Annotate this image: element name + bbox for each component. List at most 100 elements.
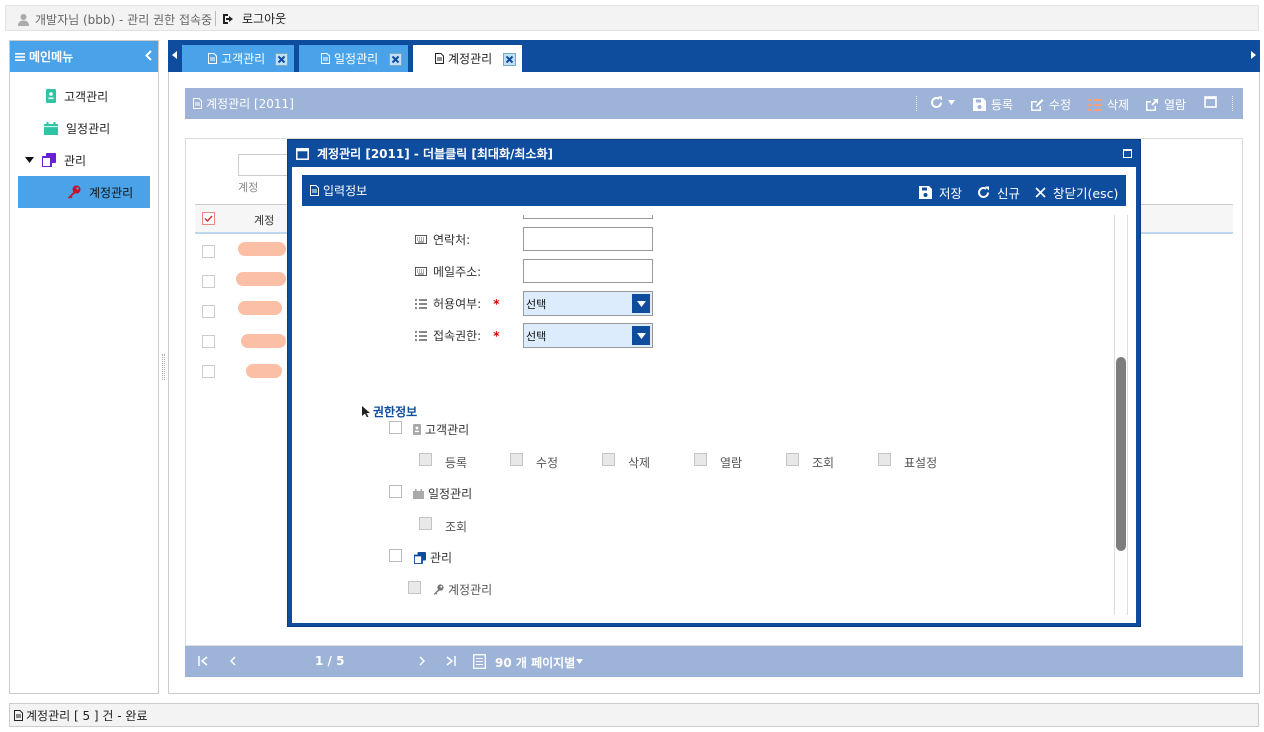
- row-checkbox[interactable]: [202, 275, 215, 288]
- save-button[interactable]: 저장: [919, 183, 962, 202]
- select-all-checkbox[interactable]: [202, 212, 215, 225]
- save-icon: [919, 186, 932, 199]
- list-icon: [415, 331, 427, 341]
- user-icon: [17, 13, 30, 26]
- row-checkbox[interactable]: [202, 245, 215, 258]
- register-label: 등록: [991, 96, 1013, 113]
- last-page-icon[interactable]: [445, 656, 456, 666]
- external-link-icon: [1145, 98, 1159, 112]
- sidebar-item-admin[interactable]: 관리: [25, 144, 86, 176]
- edit-button[interactable]: 수정: [1030, 96, 1071, 113]
- email-input[interactable]: [523, 259, 653, 283]
- modal-titlebar[interactable]: 계정관리 [2011] - 더블클릭 [최대화/최소화]: [288, 140, 1140, 167]
- caret-left-icon[interactable]: [172, 51, 177, 59]
- caret-down-icon: [25, 157, 34, 163]
- modal-title: 계정관리 [2011] - 더블클릭 [최대화/최소화]: [317, 145, 553, 162]
- email-label: 메일주소:: [415, 263, 481, 280]
- status-bar: 계정관리 [ 5 ] 건 - 완료: [9, 703, 1259, 727]
- perm-admin-label: 관리: [414, 549, 452, 566]
- perm-customer-search-checkbox[interactable]: [786, 453, 799, 466]
- register-button[interactable]: 등록: [973, 96, 1013, 113]
- delete-button[interactable]: 삭제: [1088, 96, 1129, 113]
- cursor-icon: [362, 406, 370, 417]
- perm-schedule-checkbox[interactable]: [389, 485, 402, 498]
- sidebar-item-label: 관리: [64, 152, 86, 169]
- tab-customer[interactable]: 고객관리: [182, 45, 294, 72]
- close-window-button[interactable]: 창닫기(esc): [1035, 183, 1118, 202]
- edit-label: 수정: [1049, 96, 1071, 113]
- perm-customer-view-checkbox[interactable]: [694, 453, 707, 466]
- perm-customer-register-checkbox[interactable]: [419, 453, 432, 466]
- sidebar-item-account[interactable]: 계정관리: [18, 176, 150, 208]
- perm-account-checkbox[interactable]: [408, 581, 421, 594]
- dropdown-arrow-icon[interactable]: [632, 326, 650, 345]
- perm-account-label: 계정관리: [433, 581, 492, 598]
- logout-button[interactable]: 로그아웃: [222, 10, 286, 27]
- row-checkbox[interactable]: [202, 335, 215, 348]
- save-icon: [973, 98, 986, 111]
- perm-customer-label: 고객관리: [413, 421, 469, 438]
- window-icon: [296, 148, 309, 160]
- close-icon[interactable]: [503, 53, 516, 66]
- refresh-button[interactable]: [930, 96, 955, 109]
- maximize-icon[interactable]: [1123, 149, 1132, 158]
- sidebar-title: 메인메뉴: [29, 48, 73, 65]
- sidebar-item-label: 고객관리: [64, 88, 108, 105]
- redacted-cell: [246, 364, 282, 378]
- list-icon: [415, 299, 427, 309]
- caret-down-icon[interactable]: [576, 659, 583, 664]
- contact-card-icon: [413, 424, 421, 435]
- next-page-icon[interactable]: [419, 656, 425, 666]
- toolbar-separator: [1232, 96, 1233, 111]
- column-header-account[interactable]: 계정: [254, 212, 274, 228]
- close-label: 창닫기(esc): [1053, 183, 1118, 202]
- row-checkbox[interactable]: [202, 365, 215, 378]
- perm-customer-delete-checkbox[interactable]: [602, 453, 615, 466]
- contact-label: 연락처:: [415, 231, 470, 248]
- new-label: 신규: [997, 183, 1020, 202]
- page-title: 계정관리 [2011]: [206, 95, 294, 112]
- redacted-cell: [238, 301, 282, 315]
- perm-schedule-search-label: 조회: [445, 518, 467, 535]
- edit-icon: [1030, 98, 1044, 111]
- prev-page-icon[interactable]: [230, 656, 236, 666]
- perm-customer-table-checkbox[interactable]: [878, 453, 891, 466]
- perm-customer-table-label: 표설정: [904, 454, 937, 471]
- view-button[interactable]: 열람: [1145, 96, 1186, 113]
- row-checkbox[interactable]: [202, 305, 215, 318]
- perm-admin-checkbox[interactable]: [389, 549, 402, 562]
- sidebar-item-label: 계정관리: [89, 184, 133, 201]
- page-indicator: 1 / 5: [315, 654, 344, 668]
- close-icon[interactable]: [275, 53, 288, 66]
- logout-icon: [222, 13, 236, 25]
- tab-schedule[interactable]: 일정관리: [299, 45, 408, 72]
- caret-right-icon[interactable]: [1251, 51, 1256, 59]
- save-label: 저장: [939, 183, 962, 202]
- perm-schedule-search-checkbox[interactable]: [419, 517, 432, 530]
- dropdown-arrow-icon[interactable]: [632, 294, 650, 313]
- perm-customer-checkbox[interactable]: [389, 421, 402, 434]
- access-select[interactable]: 선택: [523, 323, 653, 348]
- window-icon: [1204, 96, 1217, 108]
- document-icon: [321, 53, 330, 64]
- fullscreen-button[interactable]: [1204, 96, 1217, 108]
- menu-icon: [15, 52, 25, 62]
- chevron-left-icon[interactable]: [145, 50, 152, 61]
- sidebar-item-customer[interactable]: 고객관리: [46, 80, 108, 112]
- contact-input[interactable]: [523, 227, 653, 251]
- sidebar: 메인메뉴 고객관리 일정관리 관리 계정관리: [9, 40, 159, 694]
- page-size-select[interactable]: 90 개 페이지별: [495, 654, 575, 671]
- sidebar-item-schedule[interactable]: 일정관리: [44, 112, 110, 144]
- new-button[interactable]: 신규: [977, 183, 1020, 202]
- modal-scrollbar-thumb[interactable]: [1116, 357, 1126, 551]
- panel-splitter[interactable]: [162, 354, 165, 380]
- allow-select[interactable]: 선택: [523, 291, 653, 316]
- tab-label: 고객관리: [221, 50, 265, 67]
- perm-customer-edit-checkbox[interactable]: [510, 453, 523, 466]
- close-icon[interactable]: [389, 53, 402, 66]
- top-bar: 개발자님 (bbb) - 관리 권한 접속중 로그아웃: [5, 5, 1259, 31]
- tab-account[interactable]: 계정관리: [413, 45, 522, 72]
- tab-label: 계정관리: [448, 50, 492, 67]
- partial-input: [523, 215, 653, 219]
- first-page-icon[interactable]: [198, 656, 209, 666]
